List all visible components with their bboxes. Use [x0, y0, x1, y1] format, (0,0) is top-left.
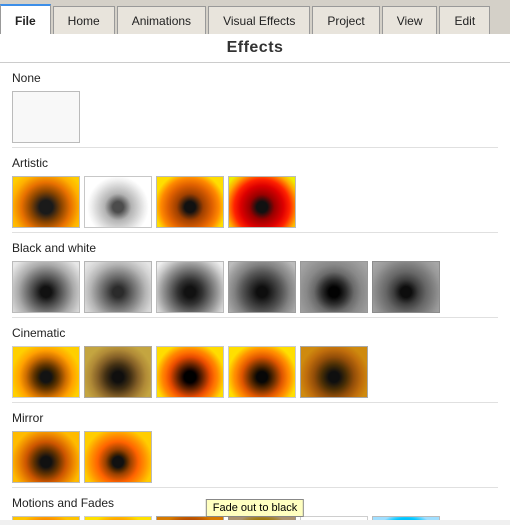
effect-bw-3[interactable]: [156, 261, 224, 313]
effect-mirror-2[interactable]: [84, 431, 152, 483]
tab-edit[interactable]: Edit: [439, 6, 490, 34]
tab-project[interactable]: Project: [312, 6, 379, 34]
effect-cine-2[interactable]: [84, 346, 152, 398]
bw-thumbnails: [12, 261, 498, 313]
section-none-label: None: [12, 71, 498, 85]
section-motions-label: Motions and Fades: [12, 496, 498, 510]
effect-cine-5[interactable]: [300, 346, 368, 398]
effect-mf-2[interactable]: [84, 516, 152, 520]
effect-artistic-3[interactable]: [156, 176, 224, 228]
section-artistic-label: Artistic: [12, 156, 498, 170]
effect-artistic-2[interactable]: [84, 176, 152, 228]
effect-mf-3[interactable]: [156, 516, 224, 520]
tab-file[interactable]: File: [0, 4, 51, 34]
effects-content: None Artistic Black and white Cinematic …: [0, 63, 510, 520]
effect-none[interactable]: [12, 91, 80, 143]
effect-mf-4[interactable]: [228, 516, 296, 520]
cinematic-thumbnails: [12, 346, 498, 398]
effect-bw-4[interactable]: [228, 261, 296, 313]
section-mirror-label: Mirror: [12, 411, 498, 425]
effect-artistic-4[interactable]: [228, 176, 296, 228]
tab-view[interactable]: View: [382, 6, 438, 34]
section-cinematic-label: Cinematic: [12, 326, 498, 340]
tab-bar: File Home Animations Visual Effects Proj…: [0, 0, 510, 34]
effects-title: Effects: [0, 34, 510, 63]
effect-mf-5[interactable]: [300, 516, 368, 520]
effect-bw-6[interactable]: [372, 261, 440, 313]
effect-bw-2[interactable]: [84, 261, 152, 313]
motions-thumbnails: [12, 516, 498, 520]
effect-mf-1[interactable]: [12, 516, 80, 520]
effect-artistic-1[interactable]: [12, 176, 80, 228]
effect-mirror-1[interactable]: [12, 431, 80, 483]
effect-bw-1[interactable]: [12, 261, 80, 313]
section-bw-label: Black and white: [12, 241, 498, 255]
effect-cine-1[interactable]: [12, 346, 80, 398]
effect-bw-5[interactable]: [300, 261, 368, 313]
tab-home[interactable]: Home: [53, 6, 115, 34]
effect-mf-6[interactable]: [372, 516, 440, 520]
artistic-thumbnails: [12, 176, 498, 228]
none-thumbnails: [12, 91, 498, 143]
effect-cine-4[interactable]: [228, 346, 296, 398]
tab-animations[interactable]: Animations: [117, 6, 206, 34]
mirror-thumbnails: [12, 431, 498, 483]
effect-cine-3[interactable]: [156, 346, 224, 398]
tab-visual-effects[interactable]: Visual Effects: [208, 6, 310, 34]
